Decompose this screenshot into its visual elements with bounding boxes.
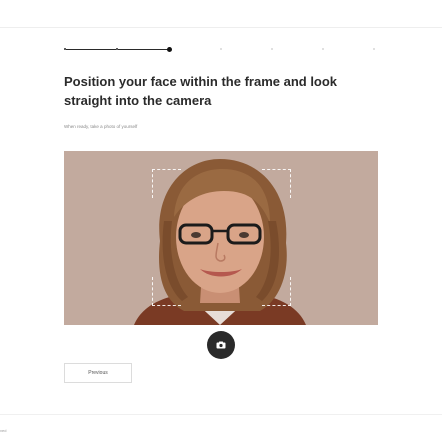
frame-guide-corner	[152, 169, 181, 198]
previous-button[interactable]: Previous	[64, 363, 132, 383]
face-preview-image	[134, 159, 306, 325]
stepper-step-current	[167, 46, 172, 52]
stepper-step-upcoming	[220, 48, 222, 50]
camera-preview	[64, 151, 378, 325]
frame-guide-corner	[262, 169, 291, 198]
stepper-connector	[66, 48, 116, 50]
frame-guide-corner	[152, 277, 181, 306]
instruction-text: When ready, take a photo of yourself	[64, 124, 138, 129]
stepper-step-done	[64, 48, 66, 50]
stepper-step-done	[116, 48, 118, 50]
page-title: Position your face within the frame and …	[64, 74, 338, 108]
capture-photo-button[interactable]	[207, 331, 235, 359]
stepper-step-upcoming	[373, 48, 375, 50]
camera-icon	[216, 341, 226, 349]
footer-divider	[0, 414, 442, 415]
stepper-step-upcoming	[271, 48, 273, 50]
frame-guide-corner	[262, 277, 291, 306]
progress-stepper	[64, 44, 376, 54]
stepper-step-upcoming	[322, 48, 324, 50]
stepper-connector	[118, 48, 168, 50]
header-divider	[0, 27, 442, 28]
footer-text: ved	[0, 428, 7, 433]
